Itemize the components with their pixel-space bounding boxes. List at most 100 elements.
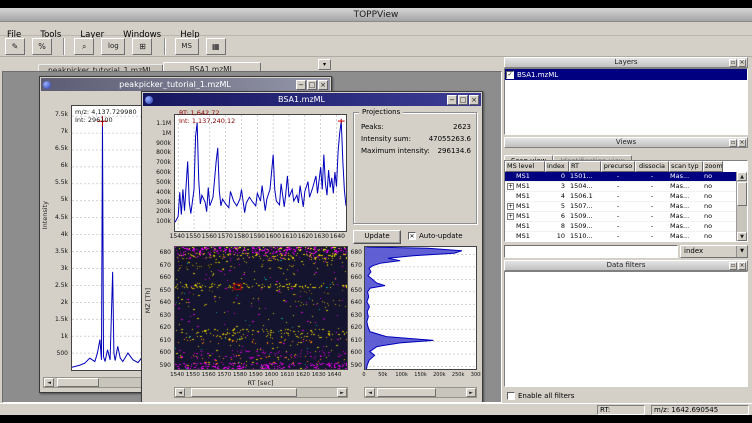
annotate-tool-icon[interactable]: ✎ <box>5 38 25 55</box>
tick-label: 3k <box>61 266 68 272</box>
menubar: File Tools Layer Windows Help <box>0 22 752 36</box>
column-header[interactable]: MS level <box>505 161 545 172</box>
float-icon[interactable]: ▫ <box>729 139 737 147</box>
expand-icon[interactable]: + <box>507 203 514 210</box>
close-icon[interactable]: × <box>469 95 479 105</box>
projection-view-icon[interactable]: ▦ <box>206 38 226 55</box>
table-row[interactable]: +MS141506.1--Mas...no <box>505 192 736 202</box>
auto-update-checkbox[interactable]: ✕ Auto-update <box>408 232 463 240</box>
scroll-right-icon[interactable]: ► <box>337 388 347 397</box>
scroll-left-icon[interactable]: ◄ <box>44 378 54 387</box>
peakpicker-titlebar[interactable]: peakpicker_tutorial_1.mzML − □ × <box>41 78 330 91</box>
heatmap-plot[interactable]: RT: 1,614.65 m/z: 671.75083 Int: 2,718.9… <box>174 246 348 370</box>
scrollbar-thumb[interactable] <box>737 182 747 206</box>
column-header[interactable]: dissocia <box>635 161 669 172</box>
data-filters-dock-header[interactable]: Data filters ▫ × <box>504 260 748 271</box>
scroll-left-icon[interactable]: ◄ <box>365 388 375 397</box>
table-row[interactable]: +MS101501...--Mas...no <box>505 172 736 182</box>
table-cell: - <box>601 192 635 201</box>
heatmap-x-axis: 1540155015601570158015901600161016201630… <box>174 372 347 379</box>
scan-table: MS level index RT precurso dissocia scan… <box>504 160 748 242</box>
close-icon[interactable]: × <box>738 262 746 270</box>
column-header[interactable]: index <box>545 161 569 172</box>
tick-label: 2.5k <box>55 283 68 289</box>
scroll-right-icon[interactable]: ► <box>466 388 476 397</box>
table-row[interactable]: +MS131504...--Mas...no <box>505 182 736 192</box>
column-header[interactable]: zoom <box>703 161 723 172</box>
scrollbar-track[interactable] <box>737 181 747 232</box>
table-row[interactable]: +MS161509...--Mas...no <box>505 212 736 222</box>
mz-projection-plot[interactable] <box>364 246 477 370</box>
table-cell: - <box>635 202 669 211</box>
tick-label: 1580 <box>233 372 247 378</box>
table-cell: +MS1 <box>505 192 545 201</box>
layer-visibility-checkbox[interactable]: ✓ <box>506 71 514 79</box>
spectra-view-icon[interactable]: MS <box>175 38 199 55</box>
scrollbar-thumb[interactable] <box>57 378 99 387</box>
layers-list[interactable]: ✓ BSA1.mzML <box>504 68 748 135</box>
filter-mode-combo[interactable]: index ▼ <box>680 245 748 258</box>
expand-icon[interactable]: + <box>507 183 514 190</box>
float-icon[interactable]: ▫ <box>729 262 737 270</box>
table-vscrollbar[interactable]: ▲ ▼ <box>736 172 747 241</box>
checkbox-mark-icon: ✕ <box>408 232 416 240</box>
projection-hscrollbar[interactable]: ◄ ► <box>364 387 477 398</box>
zoom-tool-icon[interactable]: ⌕ <box>74 38 94 55</box>
scroll-down-icon[interactable]: ▼ <box>737 232 747 241</box>
layer-item-bsa1[interactable]: ✓ BSA1.mzML <box>505 69 747 80</box>
tick-label: 200k <box>156 209 171 215</box>
measure-tool-icon[interactable]: % <box>32 38 52 55</box>
chevron-down-icon: ▼ <box>736 246 747 257</box>
scan-filter-input[interactable] <box>504 245 678 258</box>
table-row[interactable]: +MS1101510...--Mas...no <box>505 232 736 241</box>
data-filters-list[interactable] <box>504 271 748 387</box>
scroll-left-icon[interactable]: ◄ <box>175 388 185 397</box>
layers-dock-header[interactable]: Layers ▫ × <box>504 57 748 68</box>
tick-label: 0 <box>362 372 365 378</box>
log-intensity-icon[interactable]: log <box>101 38 125 55</box>
dock-title: Layers <box>614 58 637 66</box>
enable-all-filters-checkbox[interactable]: Enable all filters <box>507 392 574 400</box>
status-rt: RT: <box>597 405 645 415</box>
bsa1-window[interactable]: BSA1.mzML − □ × RT: 1,642.72 Int: 1,137,… <box>141 91 483 403</box>
restore-icon[interactable]: □ <box>307 80 317 90</box>
restore-icon[interactable]: □ <box>458 95 468 105</box>
table-cell: - <box>635 192 669 201</box>
scrollbar-track[interactable] <box>185 388 337 397</box>
scroll-up-icon[interactable]: ▲ <box>737 172 747 181</box>
update-button[interactable]: Update <box>353 230 401 244</box>
column-header[interactable]: RT <box>569 161 601 172</box>
heatmap-hscrollbar[interactable]: ◄ ► <box>174 387 348 398</box>
data-filters-dock: Data filters ▫ × Enable all filters <box>504 260 748 403</box>
tick-label: 1590 <box>249 372 263 378</box>
tick-label: 600k <box>156 170 171 176</box>
minimize-icon[interactable]: − <box>296 80 306 90</box>
scrollbar-track[interactable] <box>375 388 466 397</box>
tick-label: 610 <box>351 338 362 344</box>
chromatogram-plot[interactable] <box>174 114 347 232</box>
views-dock-header[interactable]: Views ▫ × <box>504 137 748 148</box>
expand-icon[interactable]: + <box>507 213 514 220</box>
scrollbar-thumb[interactable] <box>377 388 436 397</box>
table-cell: - <box>635 182 669 191</box>
column-header[interactable]: scan typ <box>669 161 703 172</box>
close-icon[interactable]: × <box>738 139 746 147</box>
tick-label: 630 <box>160 313 171 319</box>
table-cell: 3 <box>545 182 569 191</box>
close-icon[interactable]: × <box>738 59 746 67</box>
close-icon[interactable]: × <box>318 80 328 90</box>
table-row[interactable]: +MS181509...--Mas...no <box>505 222 736 232</box>
float-icon[interactable]: ▫ <box>729 59 737 67</box>
chromatogram-x-axis: 1540155015601570158015901600161016201630… <box>174 234 347 242</box>
tab-list-button[interactable]: ▾ <box>318 59 331 70</box>
minimize-icon[interactable]: − <box>447 95 457 105</box>
table-cell: - <box>601 222 635 231</box>
layers-dock: Layers ▫ × ✓ BSA1.mzML <box>504 57 748 135</box>
scrollbar-thumb[interactable] <box>191 388 297 397</box>
toolbar-separator <box>164 38 166 55</box>
column-header[interactable]: precurso <box>601 161 635 172</box>
snap-to-max-icon[interactable]: ⊞ <box>132 38 152 55</box>
table-row[interactable]: +MS151507...--Mas...no <box>505 202 736 212</box>
bsa1-titlebar[interactable]: BSA1.mzML − □ × <box>143 93 481 106</box>
window-titlebar[interactable]: TOPPView <box>0 8 752 22</box>
